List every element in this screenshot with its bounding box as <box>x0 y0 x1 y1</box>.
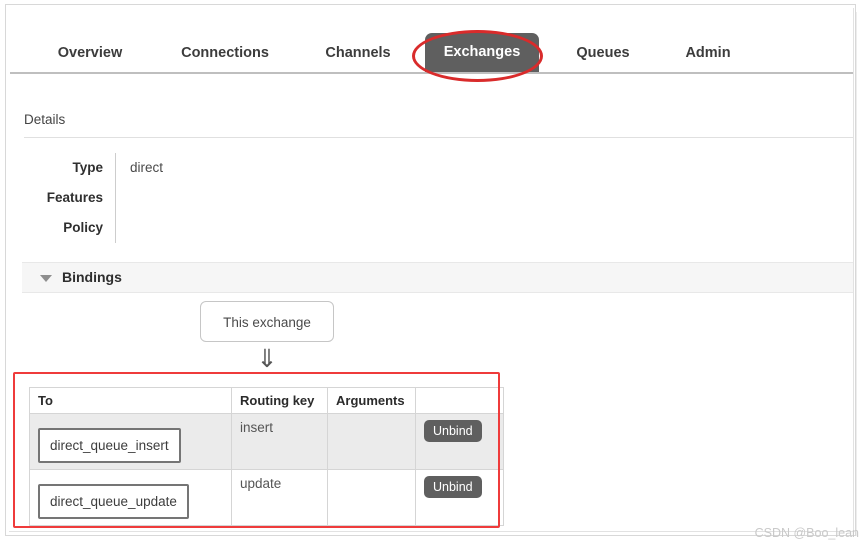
details-divider <box>24 137 853 138</box>
tab-queues[interactable]: Queues <box>558 35 648 72</box>
details-section-title: Details <box>24 112 65 127</box>
tab-connections[interactable]: Connections <box>160 35 290 72</box>
tab-queues-label: Queues <box>576 45 629 61</box>
bindings-section-title: Bindings <box>62 269 122 285</box>
detail-row-features: Features <box>30 183 330 213</box>
app-window: Overview Connections Channels Exchanges … <box>0 0 865 546</box>
detail-key-features: Features <box>30 183 115 213</box>
tab-overview[interactable]: Overview <box>38 35 142 72</box>
triangle-down-icon[interactable] <box>40 275 52 282</box>
bindings-section-header[interactable]: Bindings <box>22 262 853 293</box>
tab-admin[interactable]: Admin <box>668 35 748 72</box>
tab-channels[interactable]: Channels <box>308 35 408 72</box>
this-exchange-box: This exchange <box>200 301 334 342</box>
down-arrow-icon: ⇓ <box>200 345 334 373</box>
queue-link[interactable]: direct_queue_insert <box>38 428 181 463</box>
detail-row-type: Type direct <box>30 153 330 183</box>
binding-to-cell: direct_queue_insert <box>30 414 232 470</box>
tab-exchanges-label: Exchanges <box>444 44 521 60</box>
column-header-routing-key: Routing key <box>232 388 328 414</box>
detail-value-policy <box>115 213 285 243</box>
detail-key-type: Type <box>30 153 115 183</box>
binding-action-cell: Unbind <box>416 414 504 470</box>
binding-routing-key-cell: insert <box>232 414 328 470</box>
unbind-button[interactable]: Unbind <box>424 476 482 498</box>
tab-overview-label: Overview <box>58 45 123 61</box>
table-row: direct_queue_insert insert Unbind <box>30 414 504 470</box>
detail-key-policy: Policy <box>30 213 115 243</box>
tab-channels-label: Channels <box>325 45 390 61</box>
bindings-table-header-row: To Routing key Arguments <box>30 388 504 414</box>
binding-routing-key-cell: update <box>232 470 328 526</box>
detail-value-features <box>115 183 285 213</box>
column-header-arguments: Arguments <box>328 388 416 414</box>
binding-arguments-cell <box>328 414 416 470</box>
tab-admin-label: Admin <box>685 45 730 61</box>
page-content: Overview Connections Channels Exchanges … <box>10 9 853 530</box>
unbind-button[interactable]: Unbind <box>424 420 482 442</box>
binding-to-cell: direct_queue_update <box>30 470 232 526</box>
watermark-text: CSDN @Boo_lean <box>755 526 859 540</box>
tab-connections-label: Connections <box>181 45 269 61</box>
binding-arguments-cell <box>328 470 416 526</box>
tab-exchanges[interactable]: Exchanges <box>425 33 539 72</box>
bindings-table: To Routing key Arguments direct_queue_in… <box>29 387 504 526</box>
detail-value-type: direct <box>115 153 285 183</box>
queue-link[interactable]: direct_queue_update <box>38 484 189 519</box>
detail-row-policy: Policy <box>30 213 330 243</box>
column-header-to: To <box>30 388 232 414</box>
table-row: direct_queue_update update Unbind <box>30 470 504 526</box>
binding-action-cell: Unbind <box>416 470 504 526</box>
main-navigation: Overview Connections Channels Exchanges … <box>10 25 853 74</box>
exchange-details-table: Type direct Features Policy <box>30 153 330 243</box>
column-header-actions <box>416 388 504 414</box>
